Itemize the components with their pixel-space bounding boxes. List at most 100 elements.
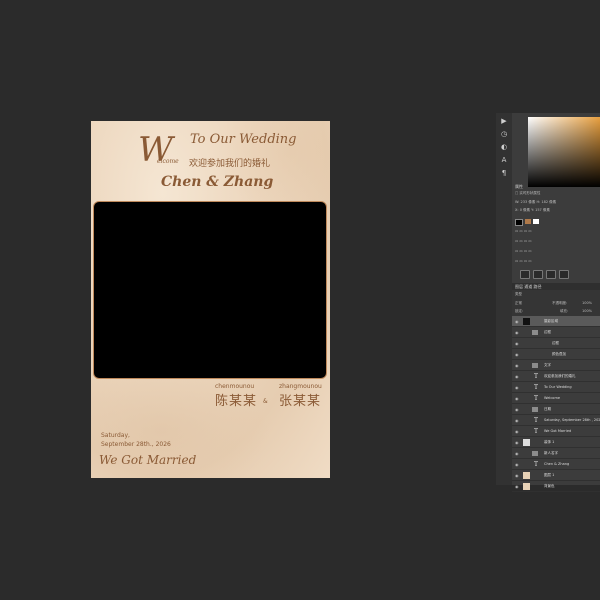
visibility-eye-icon[interactable]: ◉ xyxy=(515,382,519,392)
layer-row[interactable]: ◉ T To Our Wedding xyxy=(512,382,600,393)
visibility-eye-icon[interactable]: ◉ xyxy=(515,349,519,359)
layer-name: 文字 xyxy=(544,363,551,367)
bride-pinyin: zhangmounou xyxy=(279,383,322,390)
text-layer-icon: T xyxy=(534,395,539,402)
layer-row[interactable]: ◉ T Welcome xyxy=(512,393,600,404)
layer-name: 摄影区域 xyxy=(544,319,558,323)
visibility-eye-icon[interactable]: ◉ xyxy=(515,481,519,491)
play-icon[interactable]: ▶ xyxy=(499,116,509,126)
blend-mode[interactable]: 正常 xyxy=(515,301,522,306)
kind-filter[interactable]: 类型 xyxy=(515,292,522,297)
photo-placeholder[interactable] xyxy=(93,201,327,379)
opacity-value[interactable]: 100% xyxy=(582,301,592,305)
layer-row[interactable]: ◉ T 欢迎参加我们的婚礼 xyxy=(512,371,600,382)
layer-name: 边框 xyxy=(544,330,551,334)
layer-row[interactable]: ◉ 背景色 xyxy=(512,481,600,492)
layer-row[interactable]: ◉ T Chen & Zhang xyxy=(512,459,600,470)
paragraph-icon[interactable]: ¶ xyxy=(499,168,509,178)
wedding-day: Saturday, xyxy=(101,432,130,439)
fill-label: 填充: xyxy=(560,309,569,313)
visibility-eye-icon[interactable]: ◉ xyxy=(515,327,519,337)
visibility-eye-icon[interactable]: ◉ xyxy=(515,415,519,425)
folder-icon xyxy=(532,330,538,335)
layer-row[interactable]: ◉ 装饰 1 xyxy=(512,437,600,448)
adjust-icon[interactable]: ◐ xyxy=(499,142,509,152)
layer-row[interactable]: ◉ 新人名字 xyxy=(512,448,600,459)
visibility-eye-icon[interactable]: ◉ xyxy=(515,360,519,370)
visibility-eye-icon[interactable]: ◉ xyxy=(515,316,519,326)
property-row: W: 233 像素 H: 182 像素 xyxy=(515,200,557,204)
property-row: ▭ ▭ ▭ ▭ xyxy=(515,239,532,243)
property-row: ▭ ▭ ▭ ▭ xyxy=(515,259,532,263)
visibility-eye-icon[interactable]: ◉ xyxy=(515,437,519,447)
lock-label: 锁定: xyxy=(515,309,524,313)
folder-icon xyxy=(532,451,538,456)
fill-swatch[interactable] xyxy=(515,219,523,226)
couple-name-text: Chen & Zhang xyxy=(161,174,274,190)
opacity-label: 不透明度: xyxy=(552,301,568,305)
visibility-eye-icon[interactable]: ◉ xyxy=(515,470,519,480)
layer-name: To Our Wedding xyxy=(544,385,572,389)
path-op-icon[interactable] xyxy=(559,270,569,279)
visibility-eye-icon[interactable]: ◉ xyxy=(515,448,519,458)
visibility-eye-icon[interactable]: ◉ xyxy=(515,338,519,348)
layer-name: 欢迎参加我们的婚礼 xyxy=(544,374,576,378)
layer-row[interactable]: ◉ 边框 xyxy=(512,327,600,338)
we-got-married-text: We Got Married xyxy=(99,453,197,467)
layer-row[interactable]: ◉ 图层 1 xyxy=(512,470,600,481)
property-row: □ 实时形状属性 xyxy=(515,191,541,195)
layers-controls: 类型 正常 不透明度: 100% 锁定: 填充: 100% xyxy=(512,290,600,316)
layer-row[interactable]: ◉ T Saturday, September 28th , 2026 xyxy=(512,415,600,426)
layer-thumbnail xyxy=(523,472,530,479)
layer-name: Welcome xyxy=(544,396,561,400)
text-icon[interactable]: A xyxy=(499,155,509,165)
properties-title: 属性 xyxy=(515,184,523,189)
layer-row[interactable]: ◉ T We Got Married xyxy=(512,426,600,437)
property-row: ▭ ▭ ▭ ▭ xyxy=(515,249,532,253)
property-row: ▭ ▭ ▭ ▭ xyxy=(515,229,532,233)
layer-name: Chen & Zhang xyxy=(544,462,570,466)
layer-thumbnail xyxy=(523,483,530,490)
visibility-eye-icon[interactable]: ◉ xyxy=(515,426,519,436)
layer-row[interactable]: ◉ 摄影区域 xyxy=(512,316,600,327)
right-panel: 属性 □ 实时形状属性 W: 233 像素 H: 182 像素 X: 0 像素 … xyxy=(512,113,600,492)
layer-name: 新人名字 xyxy=(544,451,558,455)
layer-name: 边框 xyxy=(552,341,559,345)
chinese-welcome-text: 欢迎参加我们的婚礼 xyxy=(189,159,271,169)
text-layer-icon: T xyxy=(534,417,539,424)
layer-row[interactable]: ◉ 日期 xyxy=(512,404,600,415)
path-op-icon[interactable] xyxy=(533,270,543,279)
to-our-wedding-text: To Our Wedding xyxy=(190,132,297,147)
visibility-eye-icon[interactable]: ◉ xyxy=(515,459,519,469)
path-op-icon[interactable] xyxy=(520,270,530,279)
welcome-text: elcome xyxy=(157,158,179,165)
folder-icon xyxy=(532,407,538,412)
folder-icon xyxy=(532,363,538,368)
layer-row[interactable]: ◉ 颜色叠加 xyxy=(512,349,600,360)
text-layer-icon: T xyxy=(534,373,539,380)
layer-name: 装饰 1 xyxy=(544,440,555,444)
wedding-date: September 28th., 2026 xyxy=(101,441,171,448)
layer-row[interactable]: ◉ 边框 xyxy=(512,338,600,349)
layer-name: Saturday, September 28th , 2026 xyxy=(544,418,600,422)
effect-icon xyxy=(523,351,530,358)
visibility-eye-icon[interactable]: ◉ xyxy=(515,393,519,403)
visibility-eye-icon[interactable]: ◉ xyxy=(515,404,519,414)
color-picker-field[interactable] xyxy=(528,117,600,187)
layer-name: 日期 xyxy=(544,407,551,411)
visibility-eye-icon[interactable]: ◉ xyxy=(515,371,519,381)
document-canvas[interactable]: W elcome To Our Wedding 欢迎参加我们的婚礼 Chen &… xyxy=(91,121,330,478)
path-op-icon[interactable] xyxy=(546,270,556,279)
text-layer-icon: T xyxy=(534,461,539,468)
layers-tabs[interactable]: 图层 通道 路径 xyxy=(512,283,600,290)
history-icon[interactable]: ◷ xyxy=(499,129,509,139)
layer-thumbnail xyxy=(523,439,530,446)
text-layer-icon: T xyxy=(534,428,539,435)
path-ops-row xyxy=(520,270,569,279)
layer-row[interactable]: ◉ 文字 xyxy=(512,360,600,371)
stroke-swatch[interactable] xyxy=(525,219,531,224)
fill-value[interactable]: 100% xyxy=(582,309,592,313)
fill-stroke-swatches[interactable] xyxy=(515,219,539,226)
text-layer-icon: T xyxy=(534,384,539,391)
swatch-white[interactable] xyxy=(533,219,539,224)
